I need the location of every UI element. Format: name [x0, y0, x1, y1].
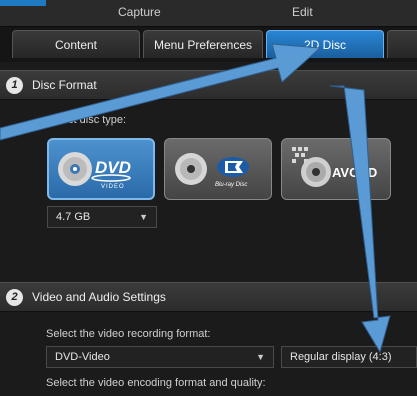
- tab-content[interactable]: Content: [12, 30, 140, 58]
- edit-menu[interactable]: Edit: [292, 5, 313, 19]
- disc-size-value: 4.7 GB: [56, 211, 91, 223]
- section-number: 1: [6, 77, 23, 94]
- top-menu-bar: Capture Edit: [0, 0, 417, 27]
- dvd-text: DVD: [95, 158, 131, 177]
- encoding-format-label: Select the video encoding format and qua…: [46, 377, 266, 389]
- dvd-logo-icon: DVD VIDEO: [58, 152, 131, 190]
- section-header-video-audio: 2 Video and Audio Settings: [0, 282, 417, 312]
- recording-format-value: DVD-Video: [55, 351, 110, 363]
- capture-menu[interactable]: Capture: [118, 5, 161, 19]
- section-header-disc-format: 1 Disc Format: [0, 70, 417, 100]
- dvd-sub-text: VIDEO: [101, 184, 125, 190]
- tab-menu-preferences[interactable]: Menu Preferences: [143, 30, 263, 58]
- display-ratio-dropdown[interactable]: Regular display (4:3): [281, 346, 417, 368]
- app-accent-strip: [0, 0, 46, 6]
- tab-2d-disc[interactable]: 2D Disc: [266, 30, 384, 58]
- section-number: 2: [6, 289, 23, 306]
- bluray-disc-button[interactable]: Blu-ray Disc: [164, 138, 272, 200]
- settings-panel: 1 Disc Format Select disc type: DVD VIDE…: [0, 62, 417, 396]
- tab-bar: Content Menu Preferences 2D Disc: [0, 30, 417, 60]
- dvd-disc-button[interactable]: DVD VIDEO: [47, 138, 155, 200]
- disc-size-dropdown[interactable]: 4.7 GB ▼: [47, 206, 157, 228]
- disc-type-label: Select disc type:: [46, 114, 127, 126]
- display-ratio-value: Regular display (4:3): [290, 351, 392, 363]
- recording-format-dropdown[interactable]: DVD-Video ▼: [46, 346, 274, 368]
- section-title: Disc Format: [32, 78, 97, 92]
- bluray-text: Blu-ray Disc: [215, 182, 247, 188]
- tab-more[interactable]: [387, 30, 417, 58]
- avchd-disc-button[interactable]: AVCHD: [281, 138, 391, 200]
- section-title: Video and Audio Settings: [32, 290, 166, 304]
- avchd-logo-icon: AVCHD: [292, 147, 377, 187]
- bluray-logo-icon: Blu-ray Disc: [175, 153, 249, 188]
- chevron-down-icon: ▼: [256, 352, 265, 362]
- avchd-text: AVCHD: [332, 165, 377, 180]
- chevron-down-icon: ▼: [139, 212, 148, 222]
- recording-format-label: Select the video recording format:: [46, 328, 211, 340]
